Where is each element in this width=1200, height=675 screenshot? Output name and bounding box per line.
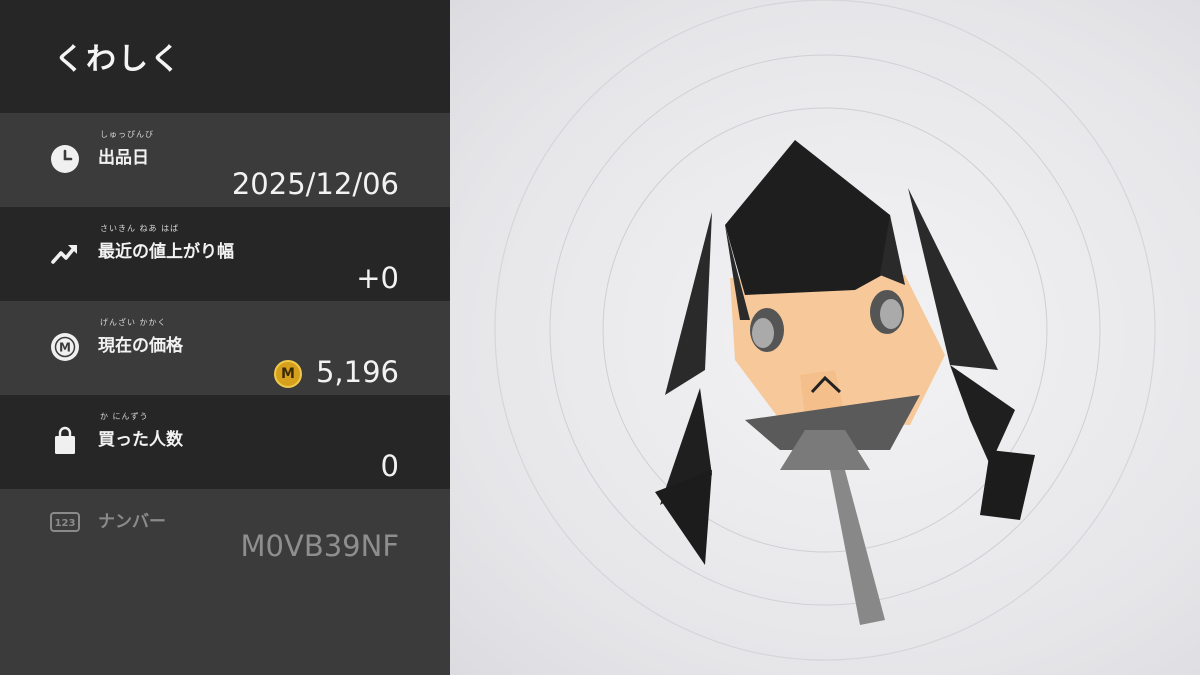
- current-price-value: M 5,196: [273, 355, 399, 389]
- number-badge-text: 123: [55, 518, 76, 529]
- ribbon-tail: [830, 470, 885, 625]
- label-text: 最近の値上がり幅: [98, 242, 234, 262]
- coin-m-letter: M: [59, 341, 71, 355]
- row-label: か にんずう 買った人数: [98, 412, 183, 450]
- right-eye-inner: [880, 299, 902, 329]
- left-eye-inner: [752, 318, 774, 348]
- number-value: M0VB39NF: [240, 529, 399, 563]
- details-header: くわしく: [0, 0, 450, 113]
- row-recent-increase: さいきん ねあ はば 最近の値上がり幅 +0: [0, 207, 450, 301]
- shopping-bag-icon: [55, 426, 75, 454]
- details-panel: くわしく しゅっぴんび 出品日 2025/12/06 さいきん ねあ はば 最近…: [0, 0, 450, 675]
- hair-top: [725, 140, 895, 295]
- row-label: げんざい かかく 現在の価格: [98, 318, 183, 356]
- row-number: 123 ナンバー M0VB39NF: [0, 489, 450, 675]
- number-badge-icon: 123: [50, 512, 80, 532]
- page-title: くわしく: [54, 42, 182, 77]
- price-text: 5,196: [315, 355, 399, 389]
- character-illustration: [494, 0, 1156, 661]
- row-buyers: か にんずう 買った人数 0: [0, 395, 450, 489]
- coin-icon: M: [273, 360, 302, 388]
- ruby-text: か にんずう: [100, 412, 149, 421]
- row-label: しゅっぴんび 出品日: [98, 130, 153, 168]
- number-label: ナンバー: [98, 512, 166, 532]
- coin-m-icon: M: [51, 333, 79, 361]
- recent-increase-value: +0: [356, 261, 399, 295]
- row-current-price: M げんざい かかく 現在の価格 M 5,196: [0, 301, 450, 395]
- item-preview: [450, 0, 1200, 675]
- hair-left-back: [665, 212, 712, 395]
- label-text: 出品日: [98, 148, 149, 168]
- ruby-text: げんざい かかく: [100, 318, 167, 327]
- buyers-value: 0: [380, 449, 399, 483]
- hair-left-tail-lower: [655, 470, 712, 565]
- label-text: 買った人数: [98, 430, 183, 450]
- row-label: さいきん ねあ はば 最近の値上がり幅: [98, 224, 234, 262]
- ruby-text: さいきん ねあ はば: [100, 224, 180, 233]
- listing-date-value: 2025/12/06: [231, 167, 399, 201]
- row-listing-date: しゅっぴんび 出品日 2025/12/06: [0, 113, 450, 207]
- trend-up-icon: [51, 245, 77, 264]
- clock-icon: [51, 145, 79, 173]
- ruby-text: しゅっぴんび: [100, 130, 154, 139]
- label-text: 現在の価格: [98, 336, 183, 356]
- hair-right-tail-upper: [950, 365, 1015, 465]
